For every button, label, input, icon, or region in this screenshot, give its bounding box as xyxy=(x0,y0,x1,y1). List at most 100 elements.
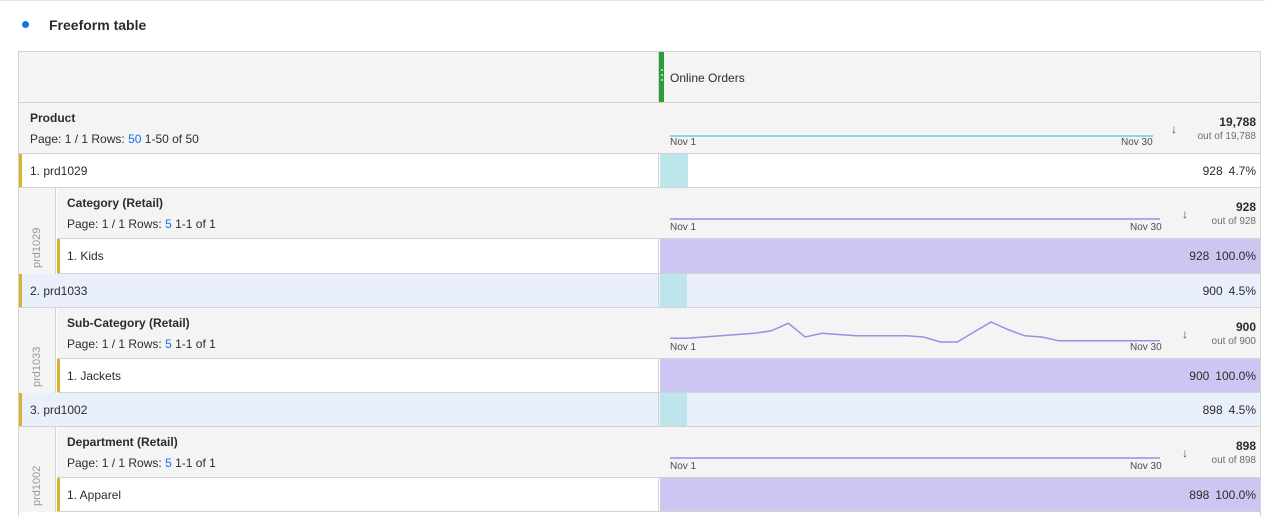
page-indicator: Page: 1 / 1 xyxy=(67,217,126,231)
sparkline-series xyxy=(670,321,1160,343)
row-label-cell[interactable]: 3. prd1002 xyxy=(19,393,659,426)
row-label[interactable]: 2. prd1033 xyxy=(30,284,87,298)
arrow-down-icon[interactable]: ↓ xyxy=(1182,327,1188,341)
sparkline-start-date: Nov 1 xyxy=(670,461,697,472)
arrow-down-icon[interactable]: ↓ xyxy=(1182,207,1188,221)
range-indicator: 1-1 of 1 xyxy=(175,217,216,231)
row-value-bar xyxy=(660,478,1260,511)
metric-total: 19,788 xyxy=(1219,115,1256,129)
row-selection-marker xyxy=(57,359,60,392)
row-selection-marker xyxy=(19,393,22,426)
sparkline-start-date: Nov 1 xyxy=(670,342,697,353)
range-indicator: 1-50 of 50 xyxy=(144,132,199,146)
table-row[interactable]: 1. prd1029 928 4.7% xyxy=(19,154,1260,188)
page-indicator: Page: 1 / 1 xyxy=(30,132,89,146)
breakdown-parent-label: prd1033 xyxy=(19,308,56,393)
breakdown-dimension-header: Sub-Category (Retail) Page: 1 / 1 Rows: … xyxy=(57,308,1260,359)
pagination-info: Page: 1 / 1 Rows: 5 1-1 of 1 xyxy=(67,456,216,470)
panel-status-dot-icon xyxy=(22,21,29,28)
pagination-info: Page: 1 / 1 Rows: 5 1-1 of 1 xyxy=(67,217,216,231)
metric-label[interactable]: Online Orders xyxy=(670,71,745,85)
sparkline-end-date: Nov 30 xyxy=(1130,342,1162,353)
product-sparkline xyxy=(670,135,1153,137)
row-value-bar xyxy=(660,393,687,426)
table-row[interactable]: 2. prd1033 900 4.5% xyxy=(19,274,1260,308)
page-indicator: Page: 1 / 1 xyxy=(67,456,126,470)
breakdown-sparkline xyxy=(670,218,1160,220)
breakdown-sparkline xyxy=(670,321,1160,343)
row-selection-marker xyxy=(57,478,60,511)
row-value[interactable]: 928 4.7% xyxy=(1197,164,1256,178)
row-value[interactable]: 928 100.0% xyxy=(1183,249,1256,263)
arrow-down-icon[interactable]: ↓ xyxy=(1182,446,1188,460)
sparkline-end-date: Nov 30 xyxy=(1130,461,1162,472)
pagination-info: Page: 1 / 1 Rows: 50 1-50 of 50 xyxy=(30,132,199,146)
breakdown-sparkline xyxy=(670,457,1160,459)
row-value-bar xyxy=(660,359,1260,392)
dimension-header-cell[interactable] xyxy=(19,52,659,102)
row-label-cell[interactable]: 1. Jackets xyxy=(57,359,659,392)
row-label-cell[interactable]: 1. prd1029 xyxy=(19,154,659,187)
sparkline-start-date: Nov 1 xyxy=(670,137,697,148)
dimension-name[interactable]: Sub-Category (Retail) xyxy=(67,316,190,330)
table-row[interactable]: 1. Jackets 900 100.0% xyxy=(57,359,1260,393)
freeform-table: Online Orders Product Page: 1 / 1 Rows: … xyxy=(18,51,1261,516)
row-label-cell[interactable]: 1. Apparel xyxy=(57,478,659,511)
product-dimension-header: Product Page: 1 / 1 Rows: 50 1-50 of 50 … xyxy=(19,103,1260,154)
dimension-name[interactable]: Product xyxy=(30,111,75,125)
row-label[interactable]: 1. prd1029 xyxy=(30,164,87,178)
range-indicator: 1-1 of 1 xyxy=(175,337,216,351)
row-value[interactable]: 898 4.5% xyxy=(1197,403,1256,417)
dimension-name[interactable]: Department (Retail) xyxy=(67,435,178,449)
row-selection-marker xyxy=(19,154,22,187)
metric-total: 898 xyxy=(1235,439,1256,453)
row-label[interactable]: 1. Kids xyxy=(67,249,104,263)
table-row[interactable]: 3. prd1002 898 4.5% xyxy=(19,393,1260,427)
sparkline-end-date: Nov 30 xyxy=(1130,222,1162,233)
metric-out-of: out of 928 xyxy=(1211,216,1256,227)
row-label-cell[interactable]: 1. Kids xyxy=(57,239,659,273)
freeform-panel: Freeform table Online Orders Product Pag… xyxy=(0,0,1265,516)
page-indicator: Page: 1 / 1 xyxy=(67,337,126,351)
breakdown-parent-label: prd1002 xyxy=(19,427,56,512)
row-label[interactable]: 1. Apparel xyxy=(67,488,121,502)
rows-per-page-select[interactable]: 5 xyxy=(165,456,172,470)
pagination-info: Page: 1 / 1 Rows: 5 1-1 of 1 xyxy=(67,337,216,351)
row-label-cell[interactable]: 2. prd1033 xyxy=(19,274,659,307)
metric-column-header[interactable]: Online Orders xyxy=(659,52,1260,102)
metric-out-of: out of 19,788 xyxy=(1197,131,1256,142)
metric-total: 900 xyxy=(1235,320,1256,334)
column-header-row: Online Orders xyxy=(19,52,1260,103)
rows-label: Rows: xyxy=(128,337,162,351)
row-value-bar xyxy=(660,274,687,307)
row-value-bar xyxy=(660,239,1260,273)
breakdown-parent-label: prd1029 xyxy=(19,188,56,274)
rows-per-page-select[interactable]: 5 xyxy=(165,337,172,351)
dimension-name[interactable]: Category (Retail) xyxy=(67,196,163,210)
rows-label: Rows: xyxy=(91,132,125,146)
row-label[interactable]: 1. Jackets xyxy=(67,369,121,383)
row-selection-marker xyxy=(57,239,60,273)
rows-per-page-select[interactable]: 5 xyxy=(165,217,172,231)
table-row[interactable]: 1. Kids 928 100.0% xyxy=(57,239,1260,274)
range-indicator: 1-1 of 1 xyxy=(175,456,216,470)
table-row[interactable]: 1. Apparel 898 100.0% xyxy=(57,478,1260,512)
metric-out-of: out of 898 xyxy=(1211,455,1256,466)
row-value[interactable]: 898 100.0% xyxy=(1183,488,1256,502)
row-label[interactable]: 3. prd1002 xyxy=(30,403,87,417)
row-value[interactable]: 900 4.5% xyxy=(1197,284,1256,298)
metric-total: 928 xyxy=(1235,200,1256,214)
sparkline-end-date: Nov 30 xyxy=(1121,137,1153,148)
row-selection-marker xyxy=(19,274,22,307)
rows-label: Rows: xyxy=(128,456,162,470)
panel-title[interactable]: Freeform table xyxy=(49,17,146,33)
rows-per-page-select[interactable]: 50 xyxy=(128,132,141,146)
row-value-bar xyxy=(660,154,688,187)
arrow-down-icon[interactable]: ↓ xyxy=(1171,122,1177,136)
row-value[interactable]: 900 100.0% xyxy=(1183,369,1256,383)
sparkline-start-date: Nov 1 xyxy=(670,222,697,233)
metric-out-of: out of 900 xyxy=(1211,336,1256,347)
breakdown-dimension-header: Category (Retail) Page: 1 / 1 Rows: 5 1-… xyxy=(57,188,1260,239)
breakdown-dimension-header: Department (Retail) Page: 1 / 1 Rows: 5 … xyxy=(57,427,1260,478)
drag-handle-icon[interactable] xyxy=(659,52,664,102)
